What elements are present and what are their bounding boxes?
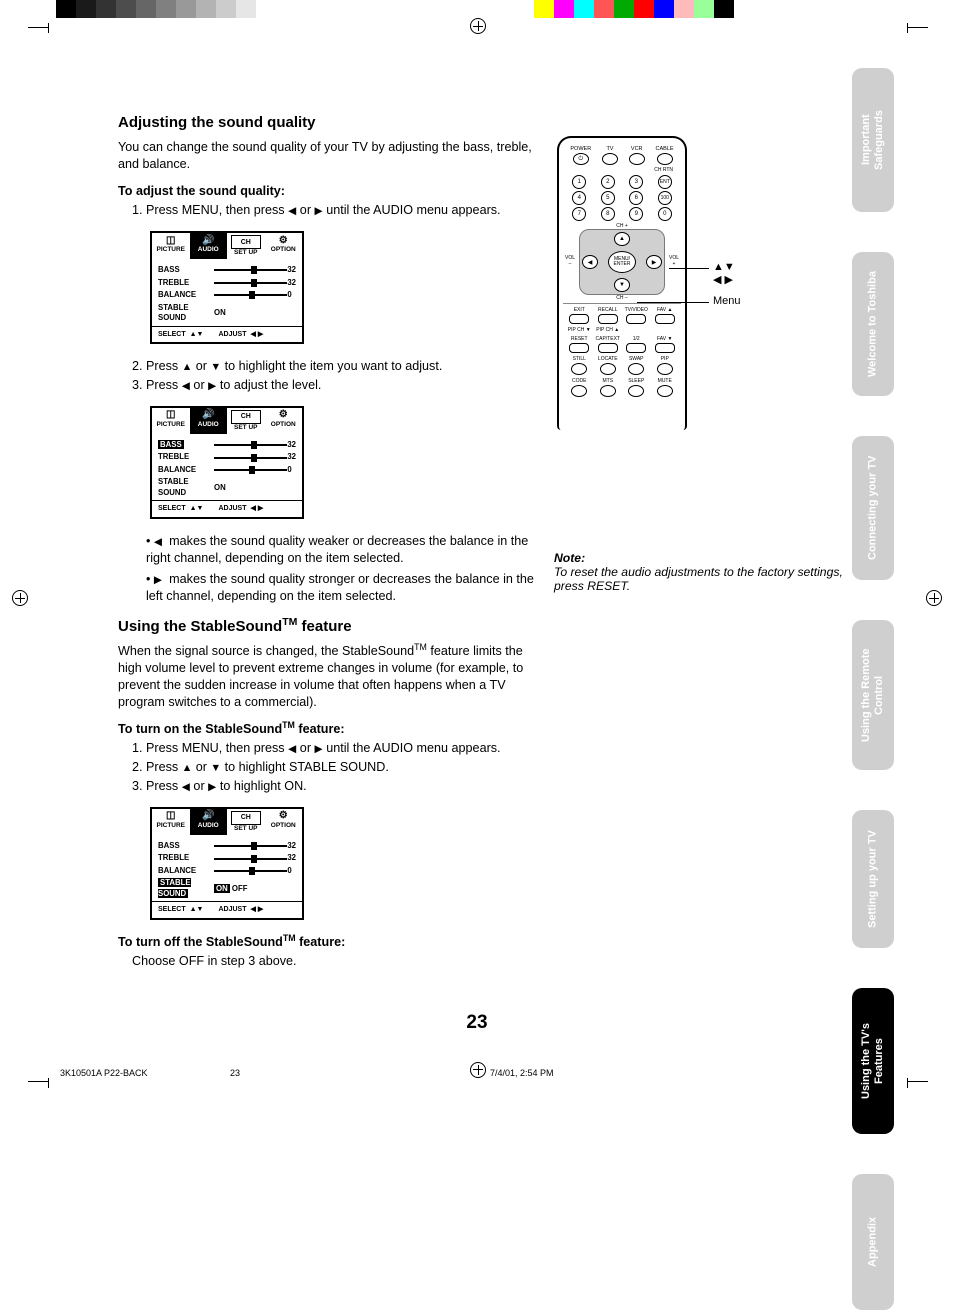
- step-3: Press or to adjust the level.: [146, 377, 546, 394]
- remote-control-illustration: POWER⏻ TV VCR CABLE CH RTN 1 2 3 ENT 4 5…: [557, 136, 687, 430]
- note-block: Note: To reset the audio adjustments to …: [554, 551, 852, 593]
- tab-setup: Setting up your TV: [852, 810, 894, 948]
- registration-mark-icon: [926, 590, 942, 606]
- section-tabs: Important Safeguards Welcome to Toshiba …: [852, 68, 894, 1310]
- left-arrow-icon: [154, 534, 162, 548]
- callout-arrows: ▲▼ ◀ ▶: [713, 261, 735, 286]
- bullet-right-arrow: makes the sound quality stronger or decr…: [144, 571, 546, 605]
- tab-welcome: Welcome to Toshiba: [852, 252, 894, 396]
- left-arrow-icon: [182, 378, 190, 392]
- osd-menu-audio-3: ◫PICTURE 🔊AUDIO CHSET UP ⚙OPTION BASS32 …: [150, 807, 304, 920]
- registration-mark-icon: [470, 18, 486, 34]
- osd-menu-audio-1: ◫PICTURE 🔊AUDIO CHSET UP ⚙OPTION BASS32 …: [150, 231, 304, 344]
- crop-marks-bottom: [28, 1076, 928, 1094]
- note-body: To reset the audio adjustments to the fa…: [554, 565, 852, 593]
- color-bar-strip: [0, 0, 954, 18]
- note-heading: Note:: [554, 551, 852, 565]
- subhead-turn-on: To turn on the StableSoundTM feature:: [118, 721, 546, 738]
- step-2: Press or to highlight the item you want …: [146, 358, 546, 375]
- bullet-left-arrow: makes the sound quality weaker or decrea…: [144, 533, 546, 567]
- turn-off-body: Choose OFF in step 3 above.: [118, 953, 546, 970]
- step-1: Press MENU, then press or until the AUDI…: [146, 202, 546, 219]
- intro-sound-quality: You can change the sound quality of your…: [118, 139, 546, 173]
- subhead-turn-off: To turn off the StableSoundTM feature:: [118, 934, 546, 951]
- osd-tab-picture: ◫PICTURE: [152, 233, 190, 259]
- up-arrow-icon: [182, 359, 193, 373]
- osd-menu-audio-2: ◫PICTURE 🔊AUDIO CHSET UP ⚙OPTION BASS32 …: [150, 406, 304, 519]
- tab-features: Using the TV's Features: [852, 988, 894, 1134]
- tab-remote: Using the Remote Control: [852, 620, 894, 770]
- tab-appendix: Appendix: [852, 1174, 894, 1310]
- down-arrow-icon: [211, 359, 222, 373]
- page-number: 23: [0, 1012, 954, 1034]
- callout-menu: Menu: [713, 295, 741, 307]
- osd-tab-setup: CHSET UP: [227, 233, 265, 259]
- osd-tab-option: ⚙OPTION: [265, 233, 303, 259]
- right-arrow-icon: [154, 572, 162, 586]
- tab-connecting: Connecting your TV: [852, 436, 894, 580]
- registration-mark-icon: [12, 590, 28, 606]
- osd-tab-audio: 🔊AUDIO: [190, 233, 228, 259]
- subhead-adjust: To adjust the sound quality:: [118, 183, 546, 200]
- right-arrow-icon: [315, 203, 323, 217]
- heading-sound-quality: Adjusting the sound quality: [118, 113, 546, 133]
- intro-stablesound: When the signal source is changed, the S…: [118, 643, 546, 711]
- heading-stablesound: Using the StableSoundTM feature: [118, 617, 546, 637]
- tab-safeguards: Important Safeguards: [852, 68, 894, 212]
